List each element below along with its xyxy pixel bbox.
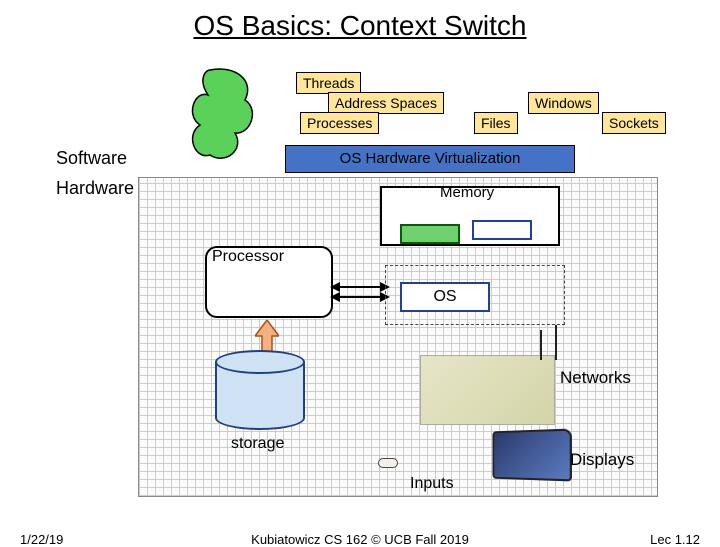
- storage-icon: storage: [215, 350, 305, 430]
- process-blob-icon: [190, 65, 265, 165]
- memory-region-white: [472, 220, 532, 240]
- slide: OS Basics: Context Switch Threads Addres…: [0, 0, 720, 540]
- memory-label: Memory: [440, 184, 494, 201]
- tag-threads: Threads: [296, 72, 361, 94]
- memory-region-green: [400, 224, 460, 244]
- networks-label: Networks: [560, 368, 631, 388]
- tag-processes: Processes: [300, 112, 379, 134]
- os-box: OS: [400, 282, 490, 312]
- mouse-icon: [378, 458, 398, 468]
- antenna1-icon: [540, 330, 542, 360]
- tag-files: Files: [474, 112, 518, 134]
- inputs-label: Inputs: [410, 475, 454, 493]
- memory-box: Memory: [380, 186, 560, 246]
- antenna2-icon: [555, 325, 557, 360]
- tag-address-spaces: Address Spaces: [328, 92, 444, 114]
- software-label: Software: [56, 148, 127, 169]
- tag-windows: Windows: [528, 92, 599, 114]
- display-icon: [492, 429, 571, 482]
- tag-sockets: Sockets: [602, 112, 666, 134]
- slide-title: OS Basics: Context Switch: [0, 10, 720, 42]
- network-card-icon: [420, 355, 555, 425]
- memory-group: Memory: [380, 186, 560, 246]
- displays-label: Displays: [570, 450, 634, 470]
- os-hw-virt-bar: OS Hardware Virtualization: [285, 145, 575, 173]
- storage-label: storage: [231, 435, 284, 453]
- hardware-label: Hardware: [56, 178, 134, 199]
- processor-label: Processor: [212, 248, 284, 266]
- double-arrow-icon: [330, 280, 390, 304]
